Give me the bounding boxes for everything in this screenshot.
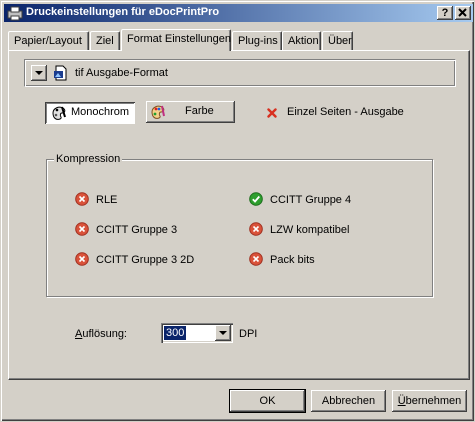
option-ccitt-gruppe-3[interactable]: CCITT Gruppe 3 — [96, 224, 177, 236]
ok-button[interactable]: OK — [229, 389, 306, 413]
help-button[interactable]: ? — [437, 6, 453, 20]
farbe-button[interactable]: Farbe — [146, 101, 235, 123]
tab-label: Aktion — [288, 35, 319, 47]
printer-icon — [7, 5, 23, 21]
tab-label: Plug-ins — [238, 35, 278, 47]
option-ccitt-gruppe-4[interactable]: CCITT Gruppe 4 — [270, 194, 351, 206]
tab-label: Format Einstellungen — [127, 33, 231, 45]
close-icon — [458, 8, 467, 17]
farbe-label: Farbe — [185, 105, 214, 117]
tab-label: Über — [328, 35, 352, 47]
print-settings-dialog: Druckeinstellungen für eDocPrintPro ? Pa… — [0, 0, 475, 422]
close-button[interactable] — [455, 6, 471, 20]
title-bar[interactable]: Druckeinstellungen für eDocPrintPro ? — [4, 4, 473, 22]
option-ccitt-gruppe-3-2d[interactable]: CCITT Gruppe 3 2D — [96, 254, 194, 266]
format-selector[interactable]: tif Ausgabe-Format — [24, 59, 456, 87]
tab-ueber[interactable]: Über — [322, 31, 353, 51]
radio-unselected-icon[interactable] — [249, 222, 263, 236]
radio-unselected-icon[interactable] — [75, 252, 89, 266]
radio-unselected-icon[interactable] — [75, 222, 89, 236]
cancel-button[interactable]: Abbrechen — [311, 390, 386, 412]
apply-button[interactable]: Übernehmen — [392, 390, 467, 412]
monochrome-palette-icon — [51, 105, 67, 121]
window-title: Druckeinstellungen für eDocPrintPro — [26, 6, 220, 18]
radio-unselected-icon[interactable] — [75, 192, 89, 206]
einzel-seiten-label[interactable]: Einzel Seiten - Ausgabe — [287, 106, 404, 118]
resolution-dropdown-button[interactable] — [215, 325, 231, 341]
monochrom-label: Monochrom — [71, 106, 130, 118]
resolution-label-text: uflösung: — [82, 328, 127, 340]
resolution-dropdown[interactable]: 300 — [161, 323, 233, 343]
apply-label-text: bernehmen — [405, 395, 462, 407]
x-mark-icon[interactable] — [267, 108, 277, 118]
option-pack-bits[interactable]: Pack bits — [270, 254, 315, 266]
apply-mnemonic: Ü — [397, 395, 406, 407]
compression-legend: Kompression — [54, 153, 123, 165]
resolution-value: 300 — [164, 326, 187, 340]
radio-unselected-icon[interactable] — [249, 252, 263, 266]
tif-file-icon — [53, 65, 69, 81]
tab-aktion[interactable]: Aktion — [282, 31, 321, 51]
tab-ziel[interactable]: Ziel — [90, 31, 120, 51]
format-dropdown-button[interactable] — [31, 65, 47, 81]
resolution-label: Auflösung: — [75, 328, 127, 340]
format-selector-value: tif Ausgabe-Format — [75, 67, 168, 79]
resolution-unit: DPI — [239, 328, 258, 340]
tab-label: Ziel — [96, 35, 114, 47]
tab-label: Papier/Layout — [14, 35, 82, 47]
option-rle[interactable]: RLE — [96, 194, 117, 206]
tab-papier-layout[interactable]: Papier/Layout — [8, 31, 89, 51]
tab-plug-ins[interactable]: Plug-ins — [232, 31, 282, 51]
color-palette-icon — [150, 104, 166, 120]
radio-selected-check-icon[interactable] — [249, 192, 263, 206]
monochrom-button[interactable]: Monochrom — [45, 102, 135, 124]
tab-format-einstellungen[interactable]: Format Einstellungen — [121, 29, 231, 51]
option-lzw-kompatibel[interactable]: LZW kompatibel — [270, 224, 349, 236]
